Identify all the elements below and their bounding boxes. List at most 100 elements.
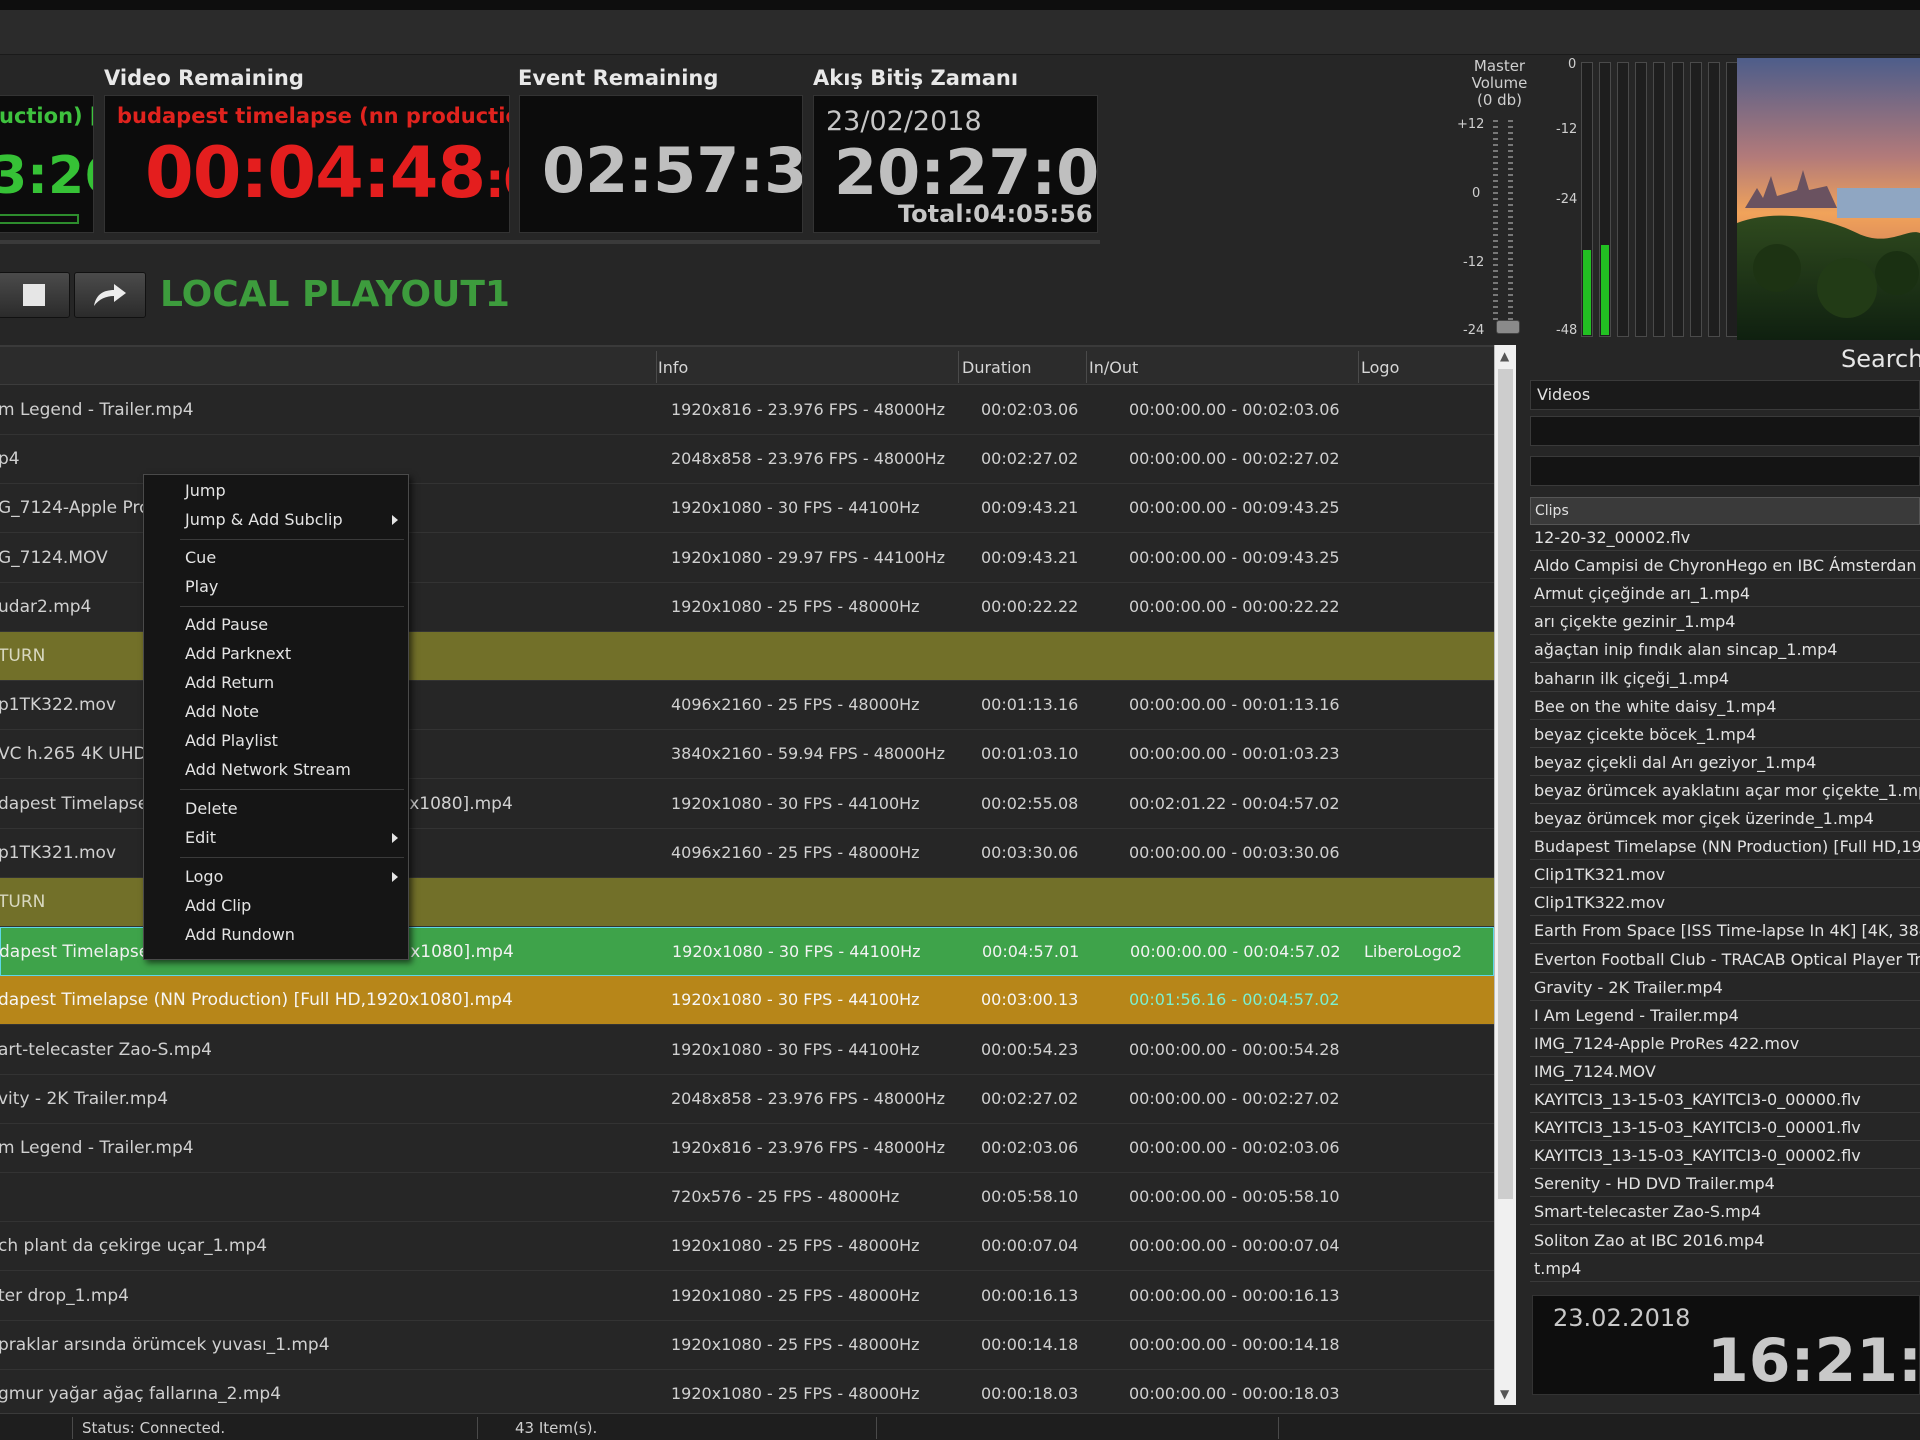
clip-list-item[interactable]: IMG_7124-Apple ProRes 422.mov [1530, 1031, 1920, 1057]
clip-list-item[interactable]: KAYITCI3_13-15-03_KAYITCI3-0_00000.flv [1530, 1087, 1920, 1113]
stop-button[interactable] [0, 272, 70, 318]
volume-tick [1508, 120, 1513, 122]
clip-list-item[interactable]: IMG_7124.MOV [1530, 1059, 1920, 1085]
video-preview [1737, 58, 1920, 340]
clip-list-item[interactable]: Earth From Space [ISS Time-lapse In 4K] … [1530, 918, 1920, 945]
column-header-info[interactable]: Info [658, 358, 688, 377]
clip-list-item[interactable]: beyaz örümcek ayaklatını açar mor çiçekt… [1530, 778, 1920, 804]
search-input[interactable] [1530, 456, 1920, 486]
column-header-logo[interactable]: Logo [1361, 358, 1399, 377]
clip-list-item[interactable]: Bee on the white daisy_1.mp4 [1530, 694, 1920, 720]
menu-item-play[interactable]: Play [185, 577, 218, 596]
clip-list-item[interactable]: Clip1TK322.mov [1530, 890, 1920, 917]
clip-list-item[interactable]: Clip1TK321.mov [1530, 862, 1920, 889]
clip-list-item[interactable]: beyaz çicekte böcek_1.mp4 [1530, 722, 1920, 748]
clip-list-item[interactable]: Budapest Timelapse (NN Production) [Full… [1530, 834, 1920, 861]
clip-list-item[interactable]: beyaz örümcek mor çiçek üzerinde_1.mp4 [1530, 806, 1920, 832]
volume-tick [1508, 150, 1513, 152]
row-duration: 00:00:14.18 [981, 1334, 1079, 1354]
row-info: 1920x1080 - 25 FPS - 48000Hz [671, 1236, 920, 1256]
menu-item-add-clip[interactable]: Add Clip [185, 896, 251, 915]
audio-meter-channel [1672, 62, 1684, 337]
clip-list-item[interactable]: Everton Football Club - TRACAB Optical P… [1530, 947, 1920, 973]
clip-list-item[interactable]: Aldo Campisi de ChyronHego en IBC Ámster… [1530, 553, 1920, 580]
table-row[interactable]: ter drop_1.mp4 1920x1080 - 25 FPS - 48000… [0, 1272, 1494, 1321]
menu-item-cue[interactable]: Cue [185, 548, 216, 567]
table-row[interactable]: m Legend - Trailer.mp4 1920x816 - 23.976 … [0, 1124, 1494, 1173]
clip-list-item[interactable]: I Am Legend - Trailer.mp4 [1530, 1003, 1920, 1029]
volume-tick [1508, 246, 1513, 248]
master-volume-slider-track[interactable] [1491, 120, 1517, 325]
volume-tick [1508, 156, 1513, 158]
menu-item-add-return[interactable]: Add Return [185, 673, 274, 692]
playlist-table-header: Info Duration In/Out Logo [0, 345, 1494, 385]
table-row[interactable]: dapest Timelapse (NN Production) [Full H… [0, 976, 1494, 1026]
clip-list-item[interactable]: Soliton Zao at IBC 2016.mp4 [1530, 1228, 1920, 1254]
volume-tick [1508, 222, 1513, 224]
menu-item-logo[interactable]: Logo [185, 867, 223, 886]
row-info: 1920x1080 - 25 FPS - 48000Hz [671, 596, 920, 616]
volume-tick [1508, 312, 1513, 314]
row-duration: 00:00:54.23 [981, 1039, 1079, 1059]
table-row[interactable]: art-telecaster Zao-S.mp4 1920x1080 - 30 F… [0, 1026, 1494, 1075]
row-logo: LiberoLogo2 [1364, 942, 1462, 962]
search-label: Search [1841, 345, 1920, 373]
audio-meter-channel [1708, 62, 1720, 337]
menu-separator [180, 539, 404, 540]
volume-tick [1508, 294, 1513, 296]
column-header-duration[interactable]: Duration [962, 358, 1032, 377]
volume-tick [1493, 234, 1498, 236]
volume-tick [1508, 234, 1513, 236]
meter-scale-minus48: -48 [1556, 323, 1578, 338]
table-row[interactable]: gmur yağar ağaç fallarına_2.mp4 1920x1080… [0, 1370, 1494, 1405]
clip-list-item[interactable]: Serenity - HD DVD Trailer.mp4 [1530, 1171, 1920, 1198]
menu-item-add-note[interactable]: Add Note [185, 702, 259, 721]
flow-end-label: Akış Bitiş Zamanı [813, 66, 1019, 90]
row-info: 1920x1080 - 30 FPS - 44100Hz [671, 990, 920, 1010]
table-row[interactable]: m Legend - Trailer.mp4 1920x816 - 23.976 … [0, 386, 1494, 435]
skip-next-button[interactable] [74, 272, 146, 318]
menu-item-edit[interactable]: Edit [185, 828, 216, 847]
table-row[interactable]: vity - 2K Trailer.mp4 2048x858 - 23.976 F… [0, 1075, 1494, 1124]
submenu-arrow-icon [392, 833, 398, 843]
clip-list-item[interactable]: ağaçtan inip fındık alan sincap_1.mp4 [1530, 637, 1920, 664]
menu-item-add-pause[interactable]: Add Pause [185, 615, 268, 634]
column-header-inout[interactable]: In/Out [1089, 358, 1138, 377]
event-remaining-panel: 02:57:38 [519, 95, 803, 233]
table-row[interactable]: praklar arsında örümcek yuvası_1.mp4 1920… [0, 1321, 1494, 1370]
clip-list-item[interactable]: arı çiçekte gezinir_1.mp4 [1530, 609, 1920, 636]
menu-item-jump[interactable]: Jump [185, 481, 226, 500]
clip-list-item[interactable]: Smart-telecaster Zao-S.mp4 [1530, 1199, 1920, 1226]
status-item-count: 43 Item(s). [515, 1419, 598, 1437]
playlist-scrollbar[interactable]: ▲ ▼ [1494, 345, 1516, 1405]
header-separator [1086, 351, 1087, 383]
menu-item-add-rundown[interactable]: Add Rundown [185, 925, 295, 944]
scroll-down-icon[interactable]: ▼ [1500, 1387, 1509, 1401]
menu-item-add-parknext[interactable]: Add Parknext [185, 644, 291, 663]
audio-meter-channel [1690, 62, 1702, 337]
menu-item-add-network-stream[interactable]: Add Network Stream [185, 760, 351, 779]
clip-list-item[interactable]: Gravity - 2K Trailer.mp4 [1530, 975, 1920, 1001]
scroll-up-icon[interactable]: ▲ [1500, 349, 1509, 363]
clip-list-item[interactable]: baharın ilk çiçeği_1.mp4 [1530, 666, 1920, 692]
clip-list-item[interactable]: t.mp4 [1530, 1256, 1920, 1282]
preview-image [1737, 58, 1920, 340]
videos-category[interactable]: Videos [1530, 380, 1920, 410]
table-row[interactable]: 720x576 - 25 FPS - 48000Hz 00:05:58.10 00:… [0, 1173, 1494, 1223]
menu-item-jump-add-subclip[interactable]: Jump & Add Subclip [185, 510, 343, 529]
filter-box-1[interactable] [1530, 416, 1920, 446]
clip-list-item[interactable]: beyaz çiçekli dal Arı geziyor_1.mp4 [1530, 750, 1920, 776]
submenu-arrow-icon [392, 515, 398, 525]
scrollbar-thumb[interactable] [1498, 369, 1513, 1199]
menu-item-add-playlist[interactable]: Add Playlist [185, 731, 278, 750]
master-volume-slider-knob[interactable] [1496, 320, 1520, 334]
table-row[interactable]: ch plant da çekirge uçar_1.mp4 1920x1080 … [0, 1222, 1494, 1272]
clip-list-item[interactable]: KAYITCI3_13-15-03_KAYITCI3-0_00002.flv [1530, 1143, 1920, 1170]
row-info: 1920x1080 - 25 FPS - 48000Hz [671, 1384, 920, 1403]
clip-list-item[interactable]: Armut çiçeğinde arı_1.mp4 [1530, 581, 1920, 608]
master-volume-label: Master Volume (0 db) [1462, 58, 1537, 109]
clip-list-item[interactable]: KAYITCI3_13-15-03_KAYITCI3-0_00001.flv [1530, 1115, 1920, 1142]
row-inout: 00:00:00.00 - 00:00:07.04 [1129, 1236, 1340, 1256]
menu-item-delete[interactable]: Delete [185, 799, 238, 818]
clip-list-item[interactable]: 12-20-32_00002.flv [1530, 525, 1920, 551]
